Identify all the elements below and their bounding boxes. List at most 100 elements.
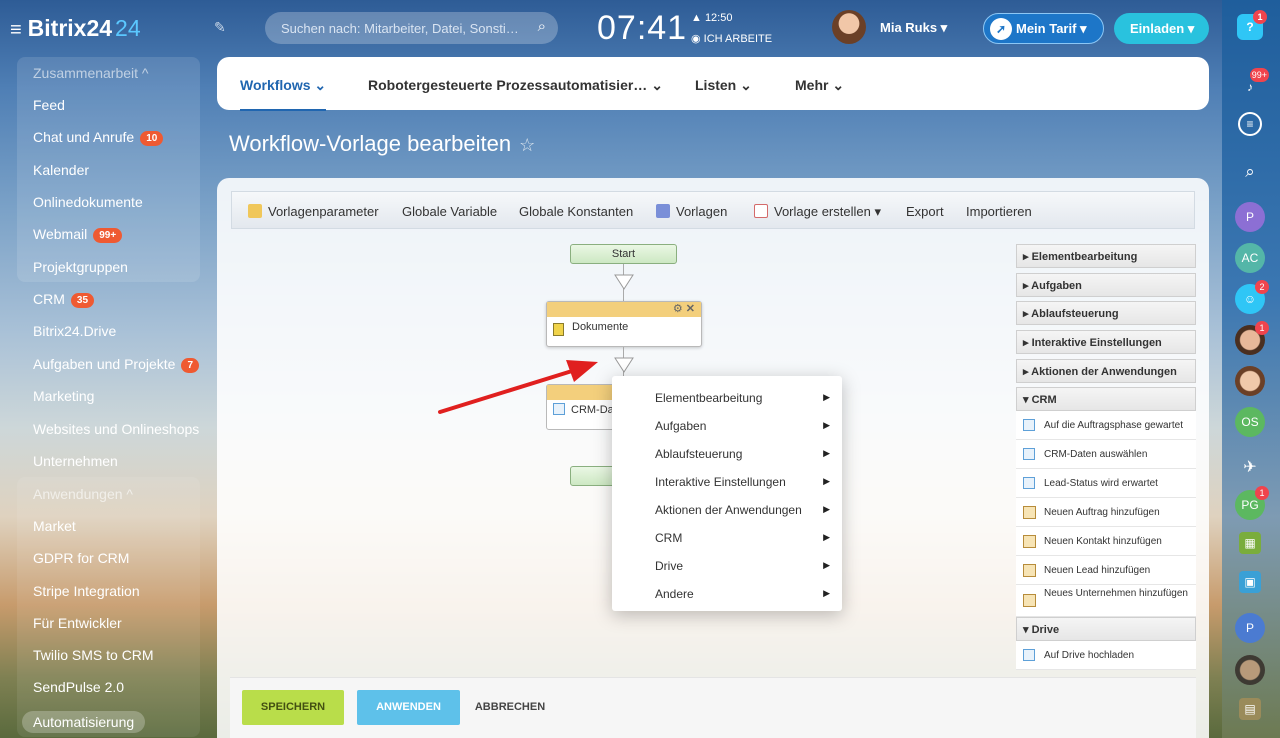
import-button[interactable]: Importieren [966, 204, 1032, 219]
sidebar-item-webmail[interactable]: Webmail 99+ [33, 226, 123, 243]
sidebar-item-crm[interactable]: CRM 35 [33, 291, 95, 308]
menu-item-element-editing[interactable]: Elementbearbeitung [655, 391, 762, 405]
panel-item[interactable]: Neuen Kontakt hinzufügen [1016, 527, 1196, 556]
sidebar-item-marketing[interactable]: Marketing [33, 388, 94, 404]
sidebar-item-gdpr[interactable]: GDPR for CRM [33, 550, 129, 566]
section-app-actions[interactable]: ▸ Aktionen der Anwendungen [1016, 359, 1196, 383]
avatar-os[interactable]: OS [1235, 407, 1265, 437]
invite-button[interactable]: Einladen ▾ [1114, 13, 1209, 44]
section-crm[interactable]: ▾ CRM [1016, 387, 1196, 411]
chevron-right-icon: ▶ [823, 588, 830, 598]
export-button[interactable]: Export [906, 204, 944, 219]
search-icon[interactable]: ⌕ [1235, 157, 1265, 187]
sidebar-item-developers[interactable]: Für Entwickler [33, 615, 122, 631]
sidebar-item-twilio[interactable]: Twilio SMS to CRM [33, 647, 154, 663]
plane-icon[interactable]: ✈ [1235, 453, 1265, 483]
sidebar-item-groups[interactable]: Projektgruppen [33, 259, 128, 275]
create-template-button[interactable]: Vorlage erstellen ▾ [754, 204, 881, 220]
global-variable-button[interactable]: Globale Variable [402, 204, 497, 219]
tab-rpa[interactable]: Robotergesteuerte Prozessautomatisier… ⌄ [368, 77, 663, 94]
apply-button[interactable]: ANWENDEN [357, 690, 460, 725]
section-flow-control[interactable]: ▸ Ablaufsteuerung [1016, 301, 1196, 325]
panel-item[interactable]: Neuen Lead hinzufügen [1016, 556, 1196, 585]
avatar-p2[interactable]: P [1235, 613, 1265, 643]
group-chat-icon[interactable]: ☺ 2 [1235, 280, 1269, 314]
sheet-icon[interactable]: ▦ [1239, 532, 1261, 554]
sidebar-group-title[interactable]: Anwendungen ^ [33, 486, 133, 502]
templates-button[interactable]: Vorlagen [656, 204, 727, 219]
close-icon[interactable]: ✕ [686, 303, 695, 315]
templates-icon [656, 204, 670, 218]
gear-icon[interactable]: ⚙ [673, 303, 683, 315]
start-node[interactable]: Start [570, 244, 677, 264]
add-deal-icon [1023, 506, 1036, 519]
bell-icon[interactable]: ♪ 99+ [1235, 68, 1269, 102]
sidebar-item-feed[interactable]: Feed [33, 97, 65, 113]
image-icon[interactable]: ▣ [1239, 571, 1261, 593]
tab-lists[interactable]: Listen ⌄ [695, 77, 752, 94]
search-input[interactable]: Suchen nach: Mitarbeiter, Datei, Sonsti…… [265, 12, 558, 44]
sidebar-item-sites[interactable]: Websites und Onlineshops [33, 421, 199, 437]
work-status[interactable]: ◉ ICH ARBEITE [691, 32, 772, 45]
sidebar-item-sendpulse[interactable]: SendPulse 2.0 [33, 679, 124, 695]
avatar-mia[interactable] [1235, 366, 1265, 396]
avatar-ac[interactable]: AC [1235, 243, 1265, 273]
sidebar-item-docs[interactable]: Onlinedokumente [33, 194, 143, 210]
menu-item-drive[interactable]: Drive [655, 559, 683, 573]
avatar-man[interactable] [1235, 655, 1265, 685]
sidebar-item-company[interactable]: Unternehmen [33, 453, 118, 469]
sidebar-group-title[interactable]: Zusammenarbeit ^ [33, 65, 149, 81]
tab-workflows[interactable]: Workflows ⌄ [240, 77, 327, 111]
avatar-pg[interactable]: PG 1 [1235, 486, 1269, 520]
menu-icon[interactable]: ≡ [10, 19, 22, 42]
menu-item-app-actions[interactable]: Aktionen der Anwendungen [655, 503, 802, 517]
tariff-button[interactable]: ➚ Mein Tarif ▾ [983, 13, 1104, 44]
menu-item-other[interactable]: Andere [655, 587, 694, 601]
create-icon [754, 204, 768, 218]
panel-item[interactable]: Auf die Auftragsphase gewartet [1016, 411, 1196, 440]
sidebar-item-tasks[interactable]: Aufgaben und Projekte 7 [33, 356, 200, 373]
sidebar-item-calendar[interactable]: Kalender [33, 162, 89, 178]
drop-arrow-icon[interactable] [614, 274, 634, 290]
panel-item[interactable]: Neuen Auftrag hinzufügen [1016, 498, 1196, 527]
rocket-icon: ➚ [990, 18, 1012, 40]
clock[interactable]: 07:41 [597, 9, 687, 48]
sidebar-item-drive[interactable]: Bitrix24.Drive [33, 323, 116, 339]
search-icon[interactable]: ⌕ [538, 18, 546, 35]
drop-arrow-icon[interactable] [614, 357, 634, 373]
brand-logo[interactable]: ≡ Bitrix24 24 [10, 15, 141, 42]
avatar-p[interactable]: P [1235, 202, 1265, 232]
user-name[interactable]: Mia Ruks ▾ [880, 20, 947, 36]
edit-icon[interactable]: ✎ [214, 19, 226, 36]
help-icon[interactable]: ? 1 [1237, 10, 1267, 40]
count-badge: 99+ [93, 228, 123, 243]
chat-icon[interactable]: ≡ [1238, 112, 1262, 136]
section-element-editing[interactable]: ▸ Elementbearbeitung [1016, 244, 1196, 268]
menu-item-interactive[interactable]: Interaktive Einstellungen [655, 475, 786, 489]
panel-item[interactable]: Neues Unternehmen hinzufügen [1016, 585, 1196, 617]
menu-item-crm[interactable]: CRM [655, 531, 682, 545]
cancel-button[interactable]: ABBRECHEN [470, 690, 550, 725]
section-drive[interactable]: ▾ Drive [1016, 617, 1196, 641]
user-avatar[interactable] [832, 10, 866, 44]
tab-more[interactable]: Mehr ⌄ [795, 77, 844, 94]
menu-item-tasks[interactable]: Aufgaben [655, 419, 706, 433]
global-constants-button[interactable]: Globale Konstanten [519, 204, 633, 219]
sidebar-item-stripe[interactable]: Stripe Integration [33, 583, 140, 599]
section-interactive[interactable]: ▸ Interaktive Einstellungen [1016, 330, 1196, 354]
menu-item-flow-control[interactable]: Ablaufsteuerung [655, 447, 742, 461]
panel-item[interactable]: Auf Drive hochladen [1016, 641, 1196, 670]
activity-node[interactable]: ⚙ ✕ Dokumente [546, 301, 702, 347]
panel-item[interactable]: Lead-Status wird erwartet [1016, 469, 1196, 498]
sidebar-item-automation[interactable]: Automatisierung [22, 711, 146, 733]
star-icon[interactable]: ☆ [519, 135, 535, 155]
template-params-button[interactable]: Vorlagenparameter [248, 204, 379, 219]
add-contact-icon [1023, 535, 1036, 548]
panel-item[interactable]: CRM-Daten auswählen [1016, 440, 1196, 469]
sidebar-item-market[interactable]: Market [33, 518, 76, 534]
card-icon[interactable]: ▤ [1239, 698, 1261, 720]
section-tasks[interactable]: ▸ Aufgaben [1016, 273, 1196, 297]
sidebar-item-chat[interactable]: Chat und Anrufe 10 [33, 129, 164, 146]
save-button[interactable]: SPEICHERN [242, 690, 344, 725]
avatar-user[interactable]: 1 [1235, 321, 1269, 355]
